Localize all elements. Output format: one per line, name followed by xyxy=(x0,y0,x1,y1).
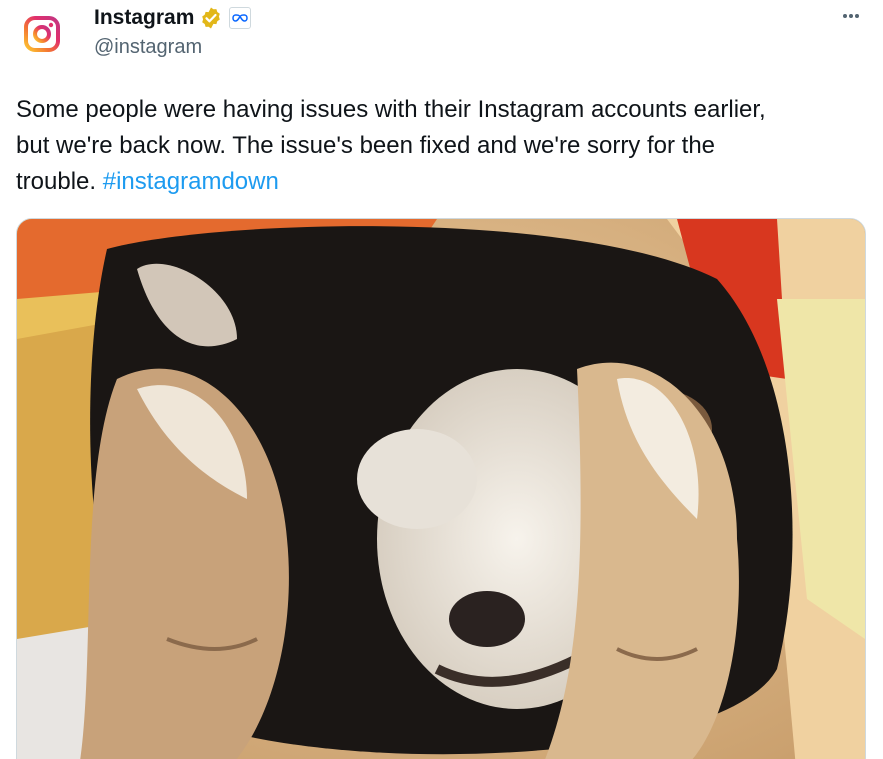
tweet-text-line-3: trouble. xyxy=(16,168,103,195)
gold-verified-badge-icon[interactable] xyxy=(199,6,223,30)
hashtag-link[interactable]: #instagramdown xyxy=(103,168,279,195)
dog-covering-face-image xyxy=(17,219,865,759)
more-options-icon[interactable] xyxy=(839,6,863,26)
instagram-logo-icon xyxy=(24,16,60,52)
tweet-card: Instagram @instagram Some people were ha… xyxy=(0,0,883,759)
author-display-name[interactable]: Instagram xyxy=(94,6,194,30)
author-handle[interactable]: @instagram xyxy=(94,36,202,59)
author-name-row: Instagram xyxy=(94,5,252,31)
meta-infinity-icon[interactable] xyxy=(229,7,252,29)
tweet-media[interactable] xyxy=(16,218,866,759)
avatar[interactable] xyxy=(18,10,66,58)
tweet-text-line-1: Some people were having issues with thei… xyxy=(16,96,766,123)
tweet-text-line-2: but we're back now. The issue's been fix… xyxy=(16,132,716,159)
tweet-text: Some people were having issues with thei… xyxy=(16,92,856,200)
